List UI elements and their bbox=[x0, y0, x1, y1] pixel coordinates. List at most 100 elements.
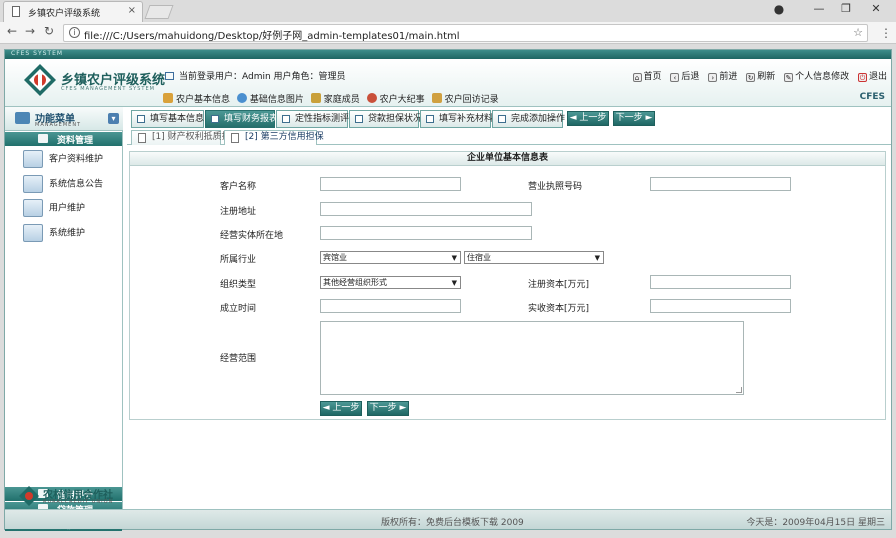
tab-supplement[interactable]: 填写补充材料 bbox=[420, 110, 493, 128]
next-step-button[interactable]: 下一步 ► bbox=[367, 401, 409, 416]
sidebar-item-customer[interactable]: 客户资料维护 bbox=[23, 150, 103, 168]
bookmark-star-icon[interactable]: ☆ bbox=[853, 26, 863, 39]
document-icon bbox=[12, 6, 20, 17]
org-type-select[interactable]: 其他经营组织形式 ▼ bbox=[320, 276, 461, 289]
subtab-collateral[interactable]: [1] 财产权利抵质押 bbox=[131, 130, 231, 145]
found-time-input[interactable] bbox=[320, 299, 461, 313]
user-info: 当前登录用户：Admin 用户角色：管理员 bbox=[165, 69, 346, 82]
events-icon bbox=[366, 93, 377, 103]
system-subtitle: CFES MANAGEMENT SYSTEM bbox=[61, 86, 155, 92]
quick-link-visits[interactable]: 农户回访记录 bbox=[431, 92, 499, 105]
tab-financial[interactable]: 填写财务报表 bbox=[205, 110, 278, 128]
app-frame: CFES SYSTEM 乡镇农户评级系统 CFES MANAGEMENT SYS… bbox=[4, 49, 892, 531]
reload-icon[interactable]: ↻ bbox=[44, 24, 54, 38]
subtab-third-party[interactable]: [2] 第三方信用担保 bbox=[224, 130, 324, 145]
license-no-input[interactable] bbox=[650, 177, 791, 191]
paid-capital-label: 实收资本[万元] bbox=[528, 304, 590, 314]
top-links: ⌂ 首页 ‹ 后退 › 前进 ↻ 刷新 ✎ 个人信息修改 ⏻ 退出 bbox=[627, 69, 887, 82]
quick-link-events[interactable]: 农户大纪事 bbox=[366, 92, 425, 105]
customer-name-input[interactable] bbox=[320, 177, 461, 191]
reg-address-input[interactable] bbox=[320, 202, 532, 216]
brand-label: CFES bbox=[859, 92, 885, 102]
quick-link-photos[interactable]: 基础信息图片 bbox=[236, 92, 304, 105]
sidebar-item-system[interactable]: 系统维护 bbox=[23, 224, 85, 242]
sub-tabs: [1] 财产权利抵质押 [2] 第三方信用担保 bbox=[127, 128, 891, 145]
prev-step-button[interactable]: ◄ 上一步 bbox=[320, 401, 362, 416]
top-next-step-button[interactable]: 下一步 ► bbox=[613, 111, 655, 126]
tab-icon bbox=[211, 115, 219, 123]
home-link[interactable]: ⌂ 首页 bbox=[632, 69, 662, 82]
url-text: file:///C:/Users/mahuidong/Desktop/好例子网_… bbox=[84, 31, 460, 42]
biz-address-label: 经营实体所在地 bbox=[220, 231, 284, 241]
user-icon bbox=[23, 199, 43, 217]
tab-qualitative[interactable]: 定性指标测评 bbox=[276, 110, 349, 128]
close-tab-icon[interactable]: × bbox=[128, 5, 136, 16]
quick-link-basic-info[interactable]: 农户基本信息 bbox=[163, 92, 230, 105]
refresh-link[interactable]: ↻ 刷新 bbox=[746, 69, 775, 82]
step-tabs: 填写基本信息 填写财务报表 定性指标测评 贷款担保状况 填写补充材料 完成添加操… bbox=[127, 110, 891, 128]
paid-capital-input[interactable] bbox=[650, 299, 791, 313]
top-strip: CFES SYSTEM bbox=[5, 50, 891, 59]
profile-icon[interactable]: ● bbox=[765, 2, 793, 16]
reg-address-label: 注册地址 bbox=[220, 207, 257, 217]
tab-basic-info[interactable]: 填写基本信息 bbox=[131, 110, 204, 128]
industry-sub-select[interactable]: 住宿业 ▼ bbox=[464, 251, 604, 264]
license-no-label: 营业执照号码 bbox=[528, 182, 583, 192]
back-icon[interactable]: ← bbox=[7, 24, 17, 38]
industry-select[interactable]: 宾馆业 ▼ bbox=[320, 251, 461, 264]
chevron-down-icon: ▼ bbox=[594, 254, 600, 262]
notice-icon bbox=[23, 175, 43, 193]
tab-icon bbox=[282, 115, 290, 123]
chevron-down-icon: ▼ bbox=[451, 279, 457, 287]
url-input[interactable]: i file:///C:/Users/mahuidong/Desktop/好例子… bbox=[63, 24, 868, 42]
sidebar-item-notice[interactable]: 系统信息公告 bbox=[23, 175, 103, 193]
minimize-icon[interactable]: — bbox=[805, 2, 833, 15]
window-close-icon[interactable]: ✕ bbox=[862, 2, 890, 15]
page-icon bbox=[231, 133, 239, 143]
refresh-icon: ↻ bbox=[746, 73, 756, 82]
edit-icon: ✎ bbox=[784, 73, 794, 82]
logout-icon: ⏻ bbox=[857, 73, 867, 82]
profile-edit-link[interactable]: ✎ 个人信息修改 bbox=[784, 69, 849, 82]
credit-union-logo-icon bbox=[19, 486, 39, 506]
logout-link[interactable]: ⏻ 退出 bbox=[857, 69, 887, 82]
chevron-down-icon: ▼ bbox=[451, 254, 457, 262]
sidebar: 功能菜单 MANAGEMENT ▾ 资料管理 客户资料维护 系统信息公告 用户维… bbox=[5, 107, 123, 531]
info-icon[interactable]: i bbox=[69, 27, 80, 38]
form-title: 企业单位基本信息表 bbox=[130, 152, 885, 166]
monitor-icon bbox=[165, 72, 174, 80]
maximize-icon[interactable]: ❐ bbox=[832, 2, 860, 15]
family-icon bbox=[310, 93, 321, 103]
forward-link[interactable]: › 前进 bbox=[708, 69, 737, 82]
sidebar-item-users[interactable]: 用户维护 bbox=[23, 199, 85, 217]
address-bar-row: ← → ↻ i file:///C:/Users/mahuidong/Deskt… bbox=[0, 22, 896, 44]
resize-grip-icon[interactable] bbox=[736, 387, 742, 393]
tab-icon bbox=[137, 115, 145, 123]
biz-address-input[interactable] bbox=[320, 226, 532, 240]
folder-icon bbox=[38, 134, 48, 143]
new-tab-button[interactable] bbox=[144, 5, 174, 19]
biz-scope-textarea[interactable] bbox=[320, 321, 744, 395]
tab-icon bbox=[426, 115, 434, 123]
home-icon: ⌂ bbox=[632, 73, 642, 82]
org-type-label: 组织类型 bbox=[220, 280, 257, 290]
sidebar-section-data[interactable]: 资料管理 bbox=[5, 132, 122, 146]
top-strip-text: CFES SYSTEM bbox=[11, 50, 64, 57]
forward-arrow-icon: › bbox=[708, 73, 718, 82]
sidebar-footer-subtitle: RURALCREDIT UNION bbox=[43, 499, 114, 505]
tab-guarantee[interactable]: 贷款担保状况 bbox=[349, 110, 422, 128]
reg-capital-input[interactable] bbox=[650, 275, 791, 289]
sidebar-footer: 农村信用合作社 RURALCREDIT UNION bbox=[5, 484, 123, 509]
forward-icon[interactable]: → bbox=[25, 24, 35, 38]
date-text: 今天是：2009年04月15日 星期三 bbox=[746, 518, 885, 528]
top-prev-step-button[interactable]: ◄ 上一步 bbox=[567, 111, 609, 126]
browser-tab[interactable]: 乡镇农户评级系统 × bbox=[3, 1, 143, 22]
back-link[interactable]: ‹ 后退 bbox=[670, 69, 699, 82]
browser-menu-icon[interactable]: ⋮ bbox=[880, 26, 892, 40]
tab-complete[interactable]: 完成添加操作 bbox=[492, 110, 565, 128]
browser-tab-bar: 乡镇农户评级系统 × ● — ❐ ✕ bbox=[0, 0, 896, 22]
book-icon bbox=[15, 112, 30, 124]
collapse-icon[interactable]: ▾ bbox=[108, 113, 119, 124]
logo-icon bbox=[24, 64, 56, 96]
quick-link-family[interactable]: 家庭成员 bbox=[310, 92, 360, 105]
